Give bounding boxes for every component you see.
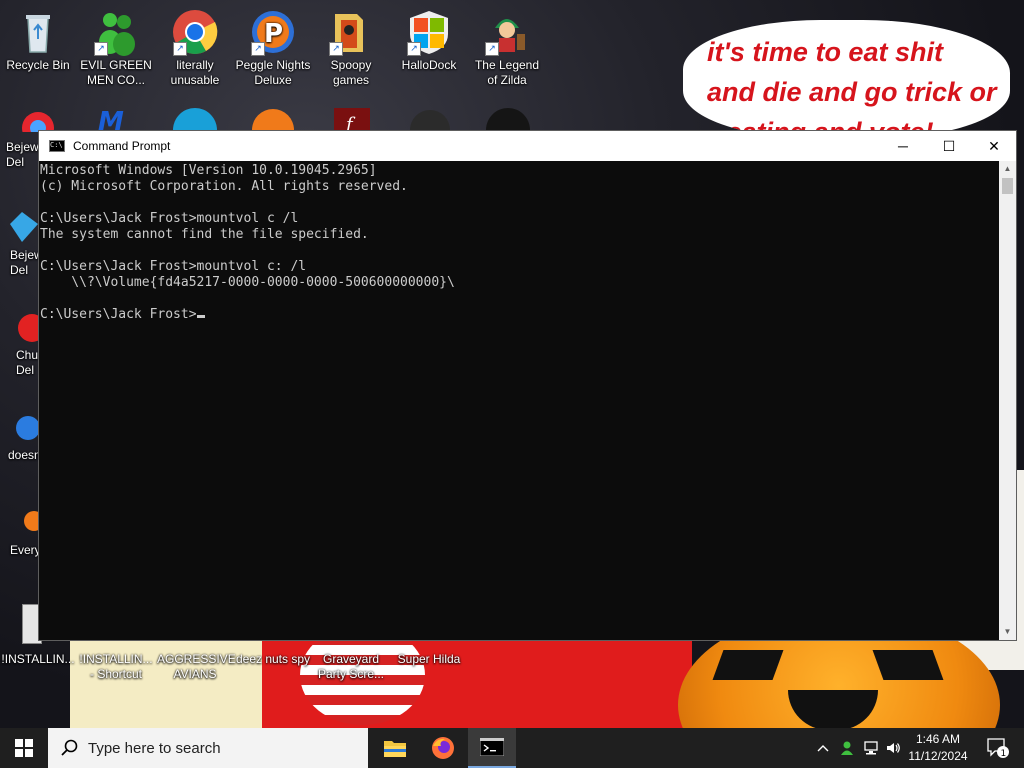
recycle-bin-icon [14,8,62,56]
partial-icon-blue-logo[interactable]: M [94,106,140,137]
console-line: The system cannot find the file specifie… [40,227,369,242]
chrome-icon: ↗ [171,8,219,56]
desktop-icon-recycle-bin[interactable]: Recycle Bin [0,8,76,73]
close-button[interactable]: ✕ [971,131,1017,161]
desktop-icon-literally-unusable[interactable]: ↗ literally unusable [157,8,233,88]
minimize-button[interactable]: ─ [880,131,926,161]
partial-icon-bejeweled[interactable] [18,108,58,144]
command-prompt-window[interactable]: C:\ Command Prompt ─ ☐ ✕ Microsoft Windo… [38,130,1017,641]
cmd-app-icon: C:\ [49,140,65,152]
clock-date: 11/12/2024 [908,749,968,763]
scroll-down-arrow-icon[interactable]: ▼ [999,624,1016,640]
folder-icon [384,741,406,757]
svg-text:M: M [98,107,124,132]
taskbar: Type here to search 1:46 AM 11/12/2024 1 [0,728,1024,768]
folder-icon: ↗ [327,8,375,56]
gem-icon [10,212,38,242]
desktop-icon-spoopy-games[interactable]: ↗ Spoopy games [313,8,389,88]
show-hidden-icons-chevron-up-icon[interactable] [812,728,834,768]
desktop-icon-legend-of-zilda[interactable]: ↗ The Legend of Zilda [469,8,545,88]
partial-icon-flash[interactable]: f [330,104,374,135]
notification-count: 1 [1001,749,1007,758]
taskbar-search-box[interactable]: Type here to search [48,728,368,768]
text-cursor [196,315,205,318]
green-men-icon: ↗ [92,8,140,56]
console-line: \\?\Volume{fd4a5217-0000-0000-0000-50060… [40,275,455,290]
desktop-icon-left-3[interactable]: Chu Del [0,310,46,378]
notification-icon: 1 [987,738,1009,758]
console-line: Microsoft Windows [Version 10.0.19045.29… [40,163,377,178]
desktop-icon-graveyard-party[interactable]: Graveyard Party Scre... [313,652,389,682]
desktop-icon-installing[interactable]: !INSTALLIN... [0,652,76,667]
console-prompt: C:\Users\Jack Frost> [40,307,197,322]
desktop-icon-peggle-nights[interactable]: P ↗ Peggle Nights Deluxe [235,8,311,88]
desktop-icon-left-2[interactable]: Bejew Del [0,210,43,278]
partial-icon-yashima[interactable] [482,104,534,152]
desktop-icon-evil-green-men[interactable]: ↗ EVIL GREEN MEN CO... [78,8,154,88]
orange-app-icon [24,511,44,531]
partial-icon-dark[interactable] [408,104,452,150]
app-icon [16,416,40,440]
zilda-character-icon: ↗ [483,8,531,56]
wallpaper-speech-text: it's time to eat shit and die and go tri… [707,37,997,138]
action-center-button[interactable]: 1 [978,728,1018,768]
search-placeholder: Type here to search [88,739,221,757]
taskbar-command-prompt[interactable] [468,728,516,768]
taskbar-firefox[interactable] [419,728,467,768]
start-button[interactable] [0,728,48,768]
desktop-icon-hallodock[interactable]: ↗ HalloDock [391,8,467,73]
terminal-icon [480,738,504,756]
desktop-icon-deez-nuts-spy[interactable]: deez nuts spy [235,652,311,667]
desktop-icon-installing-shortcut[interactable]: !INSTALLIN... - Shortcut [78,652,154,682]
taskbar-clock[interactable]: 1:46 AM 11/12/2024 [900,731,976,765]
console-line: (c) Microsoft Corporation. All rights re… [40,179,408,194]
partial-icon-edge[interactable] [170,104,220,152]
window-title-bar[interactable]: C:\ Command Prompt ─ ☐ ✕ [39,131,1016,161]
console-prompt-line: C:\Users\Jack Frost> [40,307,998,323]
clock-time: 1:46 AM [915,732,961,746]
console-line: C:\Users\Jack Frost>mountvol c: /l [40,259,307,274]
search-icon [61,739,78,756]
desktop-icon-left-5[interactable]: Every [0,505,44,558]
window-title: Command Prompt [73,139,171,153]
windows-logo-icon [15,739,33,757]
console-line: C:\Users\Jack Frost>mountvol c /l [40,211,299,226]
svg-text:P: P [264,19,283,49]
chuzzle-icon [18,314,46,342]
console-output[interactable]: Microsoft Windows [Version 10.0.19045.29… [39,161,998,640]
partial-icon-peggle[interactable] [250,104,296,151]
desktop-icon-left-1[interactable]: Bejew Del [0,140,40,170]
scroll-up-arrow-icon[interactable]: ▲ [999,161,1016,177]
desktop-icon-left-4[interactable]: doesn [0,410,41,463]
peggle-icon: P ↗ [249,8,297,56]
maximize-button[interactable]: ☐ [926,131,972,161]
windows-shield-icon: ↗ [405,8,453,56]
desktop-icon-super-hilda[interactable]: Super Hilda [391,652,467,667]
network-icon[interactable] [860,728,882,768]
firefox-icon [432,737,454,759]
scrollbar-thumb[interactable] [1002,178,1013,194]
people-tray-icon[interactable] [836,728,858,768]
wallpaper-speech-bubble: it's time to eat shit and die and go tri… [683,20,1010,138]
desktop-icon-aggressive-avians[interactable]: AGGRESSIVE AVIANS [157,652,236,682]
taskbar-file-explorer[interactable] [371,728,419,768]
vertical-scrollbar[interactable]: ▲ ▼ [999,161,1016,640]
